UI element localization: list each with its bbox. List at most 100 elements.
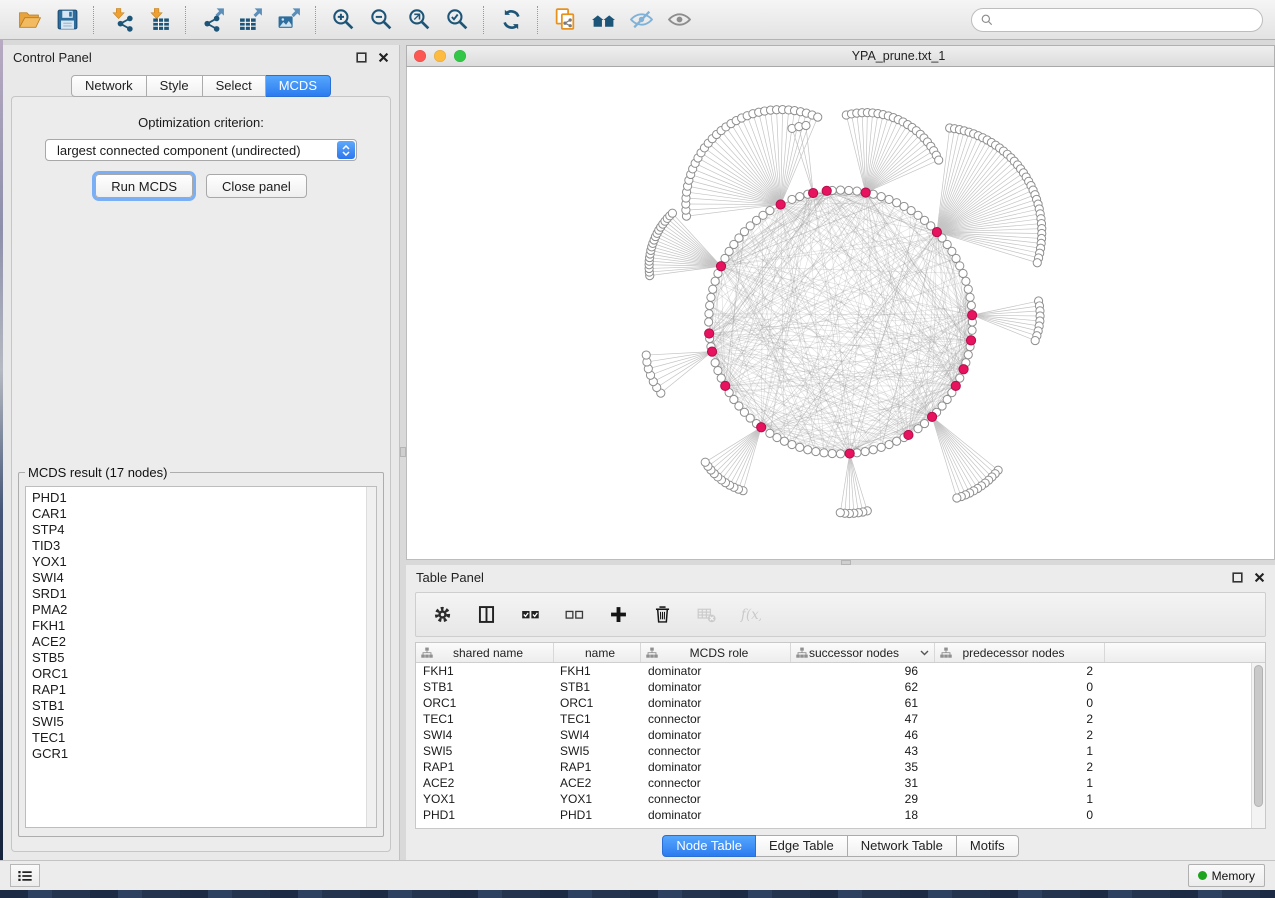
show-panel-list-button[interactable]: [10, 864, 40, 887]
column-header-predecessor-nodes[interactable]: predecessor nodes: [935, 643, 1105, 662]
network-node[interactable]: [766, 429, 774, 437]
mcds-node[interactable]: [705, 329, 714, 338]
tab-network-table[interactable]: Network Table: [848, 835, 957, 857]
scrollbar-thumb[interactable]: [1254, 665, 1263, 807]
network-node[interactable]: [711, 359, 719, 367]
network-node[interactable]: [893, 199, 901, 207]
mcds-node[interactable]: [861, 188, 870, 197]
network-node[interactable]: [766, 207, 774, 215]
mcds-result-item[interactable]: PMA2: [26, 602, 376, 618]
network-canvas[interactable]: [406, 67, 1275, 560]
network-node[interactable]: [877, 193, 885, 201]
add-row-button[interactable]: [608, 604, 629, 625]
table-row[interactable]: PHD1PHD1dominator180: [416, 807, 1265, 823]
mcds-node[interactable]: [721, 381, 730, 390]
mcds-node[interactable]: [707, 347, 716, 356]
close-panel-button[interactable]: Close panel: [206, 174, 307, 198]
network-leaf-node[interactable]: [642, 351, 650, 359]
network-node[interactable]: [914, 425, 922, 433]
list-scrollbar[interactable]: [366, 487, 376, 827]
run-mcds-button[interactable]: Run MCDS: [95, 174, 193, 198]
mcds-result-item[interactable]: PHD1: [26, 490, 376, 506]
network-node[interactable]: [845, 186, 853, 194]
mcds-result-item[interactable]: SWI4: [26, 570, 376, 586]
copy-style-button[interactable]: [546, 4, 584, 36]
mcds-node[interactable]: [932, 227, 941, 236]
mcds-node[interactable]: [845, 449, 854, 458]
network-leaf-node[interactable]: [836, 509, 844, 517]
network-node[interactable]: [893, 437, 901, 445]
network-leaf-node[interactable]: [814, 113, 822, 121]
network-node[interactable]: [711, 277, 719, 285]
network-node[interactable]: [885, 195, 893, 203]
network-node[interactable]: [885, 440, 893, 448]
mcds-result-item[interactable]: STB5: [26, 650, 376, 666]
mcds-result-item[interactable]: GCR1: [26, 746, 376, 762]
table-row[interactable]: FKH1FKH1dominator962: [416, 663, 1265, 679]
export-table-button[interactable]: [232, 4, 270, 36]
network-node[interactable]: [796, 193, 804, 201]
mcds-node[interactable]: [757, 423, 766, 432]
criterion-dropdown[interactable]: largest connected component (undirected): [45, 139, 357, 161]
network-leaf-node[interactable]: [953, 494, 961, 502]
mcds-result-item[interactable]: TEC1: [26, 730, 376, 746]
close-panel-icon[interactable]: [1254, 572, 1265, 583]
network-node[interactable]: [820, 449, 828, 457]
mcds-node[interactable]: [716, 262, 725, 271]
table-row[interactable]: ORC1ORC1dominator610: [416, 695, 1265, 711]
zoom-fit-button[interactable]: [400, 4, 438, 36]
table-row[interactable]: YOX1YOX1connector291: [416, 791, 1265, 807]
mcds-result-item[interactable]: TID3: [26, 538, 376, 554]
network-node[interactable]: [861, 447, 869, 455]
mcds-result-item[interactable]: RAP1: [26, 682, 376, 698]
export-network-button[interactable]: [194, 4, 232, 36]
network-node[interactable]: [828, 449, 836, 457]
mcds-node[interactable]: [927, 412, 936, 421]
mcds-result-item[interactable]: SRD1: [26, 586, 376, 602]
network-node[interactable]: [780, 437, 788, 445]
tab-mcds[interactable]: MCDS: [266, 75, 331, 97]
mcds-result-item[interactable]: SWI5: [26, 714, 376, 730]
table-row[interactable]: SWI4SWI4dominator462: [416, 727, 1265, 743]
tab-node-table[interactable]: Node Table: [662, 835, 756, 857]
close-panel-icon[interactable]: [378, 52, 389, 63]
mcds-node[interactable]: [968, 311, 977, 320]
mcds-node[interactable]: [822, 186, 831, 195]
table-scrollbar[interactable]: [1251, 663, 1265, 828]
show-all-button[interactable]: [660, 4, 698, 36]
search-box[interactable]: [971, 8, 1263, 32]
network-node[interactable]: [836, 450, 844, 458]
column-header-successor-nodes[interactable]: successor nodes: [791, 643, 935, 662]
network-node[interactable]: [959, 269, 967, 277]
mcds-node[interactable]: [959, 365, 968, 374]
mcds-node[interactable]: [951, 381, 960, 390]
network-node[interactable]: [869, 446, 877, 454]
network-node[interactable]: [788, 195, 796, 203]
network-node[interactable]: [964, 285, 972, 293]
network-node[interactable]: [967, 301, 975, 309]
network-node[interactable]: [804, 446, 812, 454]
column-header-mcds-role[interactable]: MCDS role: [641, 643, 791, 662]
column-header-shared-name[interactable]: shared name: [416, 643, 554, 662]
hide-selected-button[interactable]: [622, 4, 660, 36]
mcds-result-item[interactable]: STB1: [26, 698, 376, 714]
mcds-result-item[interactable]: ACE2: [26, 634, 376, 650]
open-button[interactable]: [10, 4, 48, 36]
network-node[interactable]: [952, 254, 960, 262]
tab-edge-table[interactable]: Edge Table: [756, 835, 848, 857]
network-leaf-node[interactable]: [1033, 259, 1041, 267]
network-node[interactable]: [968, 326, 976, 334]
network-leaf-node[interactable]: [1031, 336, 1039, 344]
tab-network[interactable]: Network: [71, 75, 147, 97]
import-network-button[interactable]: [102, 4, 140, 36]
float-window-icon[interactable]: [356, 52, 367, 63]
table-row[interactable]: TEC1TEC1connector472: [416, 711, 1265, 727]
select-all-button[interactable]: [520, 604, 541, 625]
network-node[interactable]: [962, 277, 970, 285]
network-leaf-node[interactable]: [935, 156, 943, 164]
memory-button[interactable]: Memory: [1188, 864, 1265, 887]
tab-motifs[interactable]: Motifs: [957, 835, 1019, 857]
zoom-in-button[interactable]: [324, 4, 362, 36]
mcds-node[interactable]: [966, 336, 975, 345]
network-node[interactable]: [705, 310, 713, 318]
